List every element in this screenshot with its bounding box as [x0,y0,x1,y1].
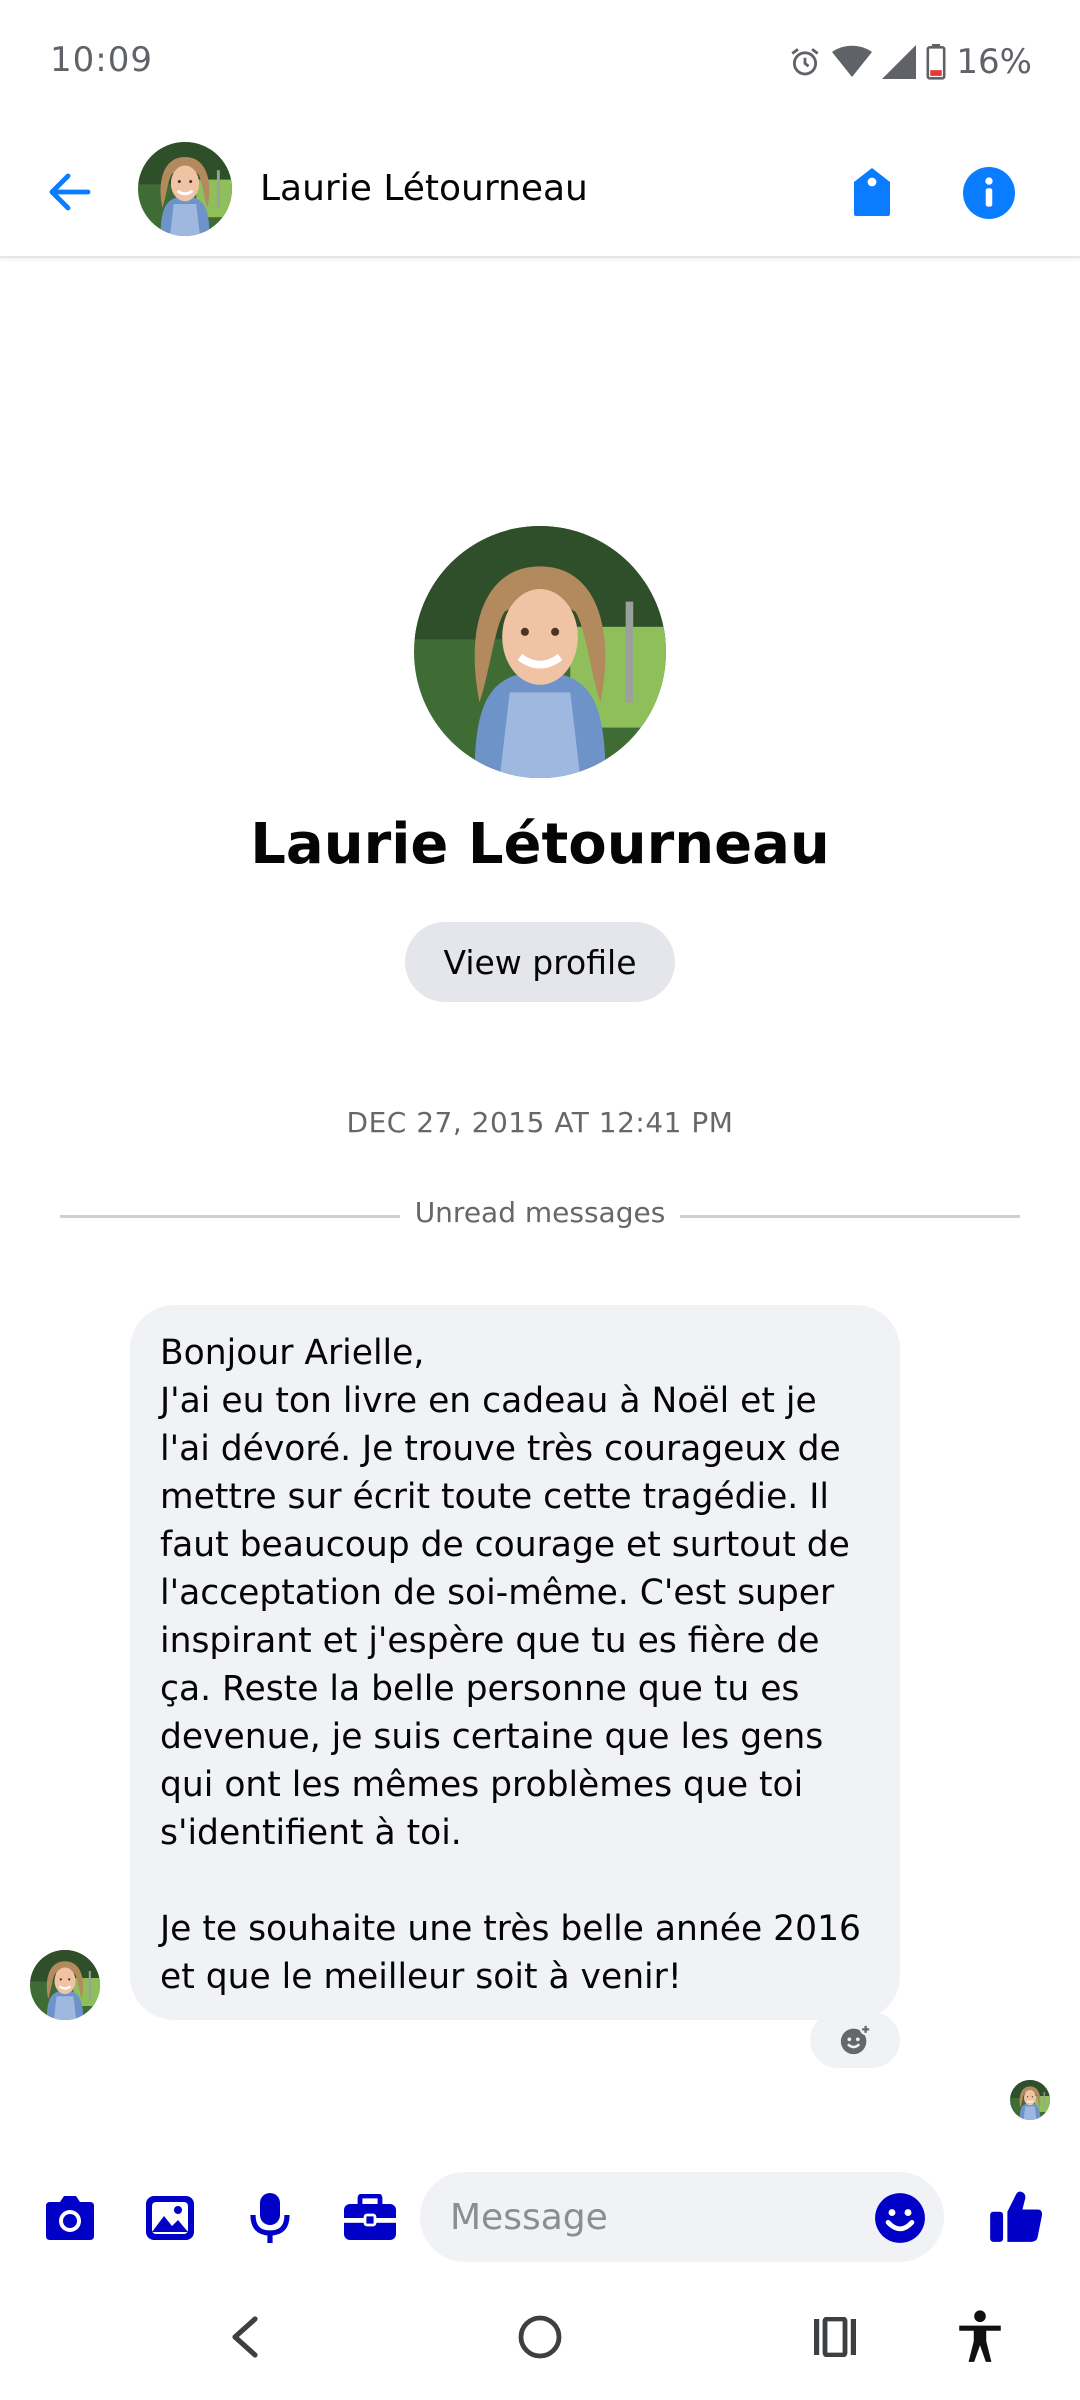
sender-avatar[interactable] [30,1950,100,2020]
accessibility-icon [959,2310,1001,2362]
status-icons: 16% [788,40,1032,84]
briefcase-icon [344,2194,396,2240]
contact-avatar[interactable] [138,142,232,236]
tag-icon [854,168,890,216]
info-icon [963,167,1015,219]
message-timestamp: DEC 27, 2015 AT 12:41 PM [346,1106,734,1139]
nav-home-button[interactable] [505,2302,575,2372]
profile-photo[interactable] [414,526,666,778]
seen-indicator-avatar [1010,2080,1050,2120]
wifi-icon [832,45,873,79]
unread-divider: Unread messages [60,1196,1020,1236]
conversation-header: Laurie Létourneau [0,126,1080,258]
business-tools-button[interactable] [338,2186,402,2250]
profile-name: Laurie Létourneau [250,812,830,877]
tag-button[interactable] [842,160,902,224]
divider-line [60,1215,400,1218]
thumbs-up-icon [990,2191,1043,2242]
alarm-icon [788,45,822,79]
microphone-icon [250,2193,290,2243]
nav-home-icon [518,2315,562,2359]
back-button[interactable] [40,162,100,222]
contact-name[interactable]: Laurie Létourneau [260,168,588,209]
status-time: 10:09 [50,40,153,80]
nav-back-icon [232,2316,258,2358]
message-bubble[interactable]: Bonjour Arielle, J'ai eu ton livre en ca… [130,1305,900,2020]
send-like-button[interactable] [984,2184,1048,2248]
divider-line [680,1215,1020,1218]
unread-label: Unread messages [414,1196,666,1229]
nav-recents-button[interactable] [800,2302,870,2372]
camera-icon [46,2196,94,2240]
nav-back-button[interactable] [210,2302,280,2372]
accessibility-button[interactable] [945,2302,1015,2372]
composer-bar [0,2160,1080,2272]
status-bar: 10:09 16% [0,0,1080,126]
camera-button[interactable] [38,2186,102,2250]
emoji-button[interactable] [872,2190,928,2246]
info-button[interactable] [958,162,1020,224]
signal-icon [882,45,917,79]
gallery-icon [146,2196,194,2240]
back-arrow-icon [49,173,91,211]
view-profile-button[interactable]: View profile [405,922,675,1002]
voice-button[interactable] [238,2186,302,2250]
battery-icon [926,44,946,80]
gallery-button[interactable] [138,2186,202,2250]
add-reaction-icon [840,2023,872,2055]
nav-recents-icon [814,2317,856,2357]
emoji-icon [875,2193,925,2243]
add-reaction-button[interactable] [810,2012,900,2068]
message-input[interactable] [420,2172,944,2262]
system-nav-bar [0,2272,1080,2400]
battery-percent: 16% [956,42,1032,82]
